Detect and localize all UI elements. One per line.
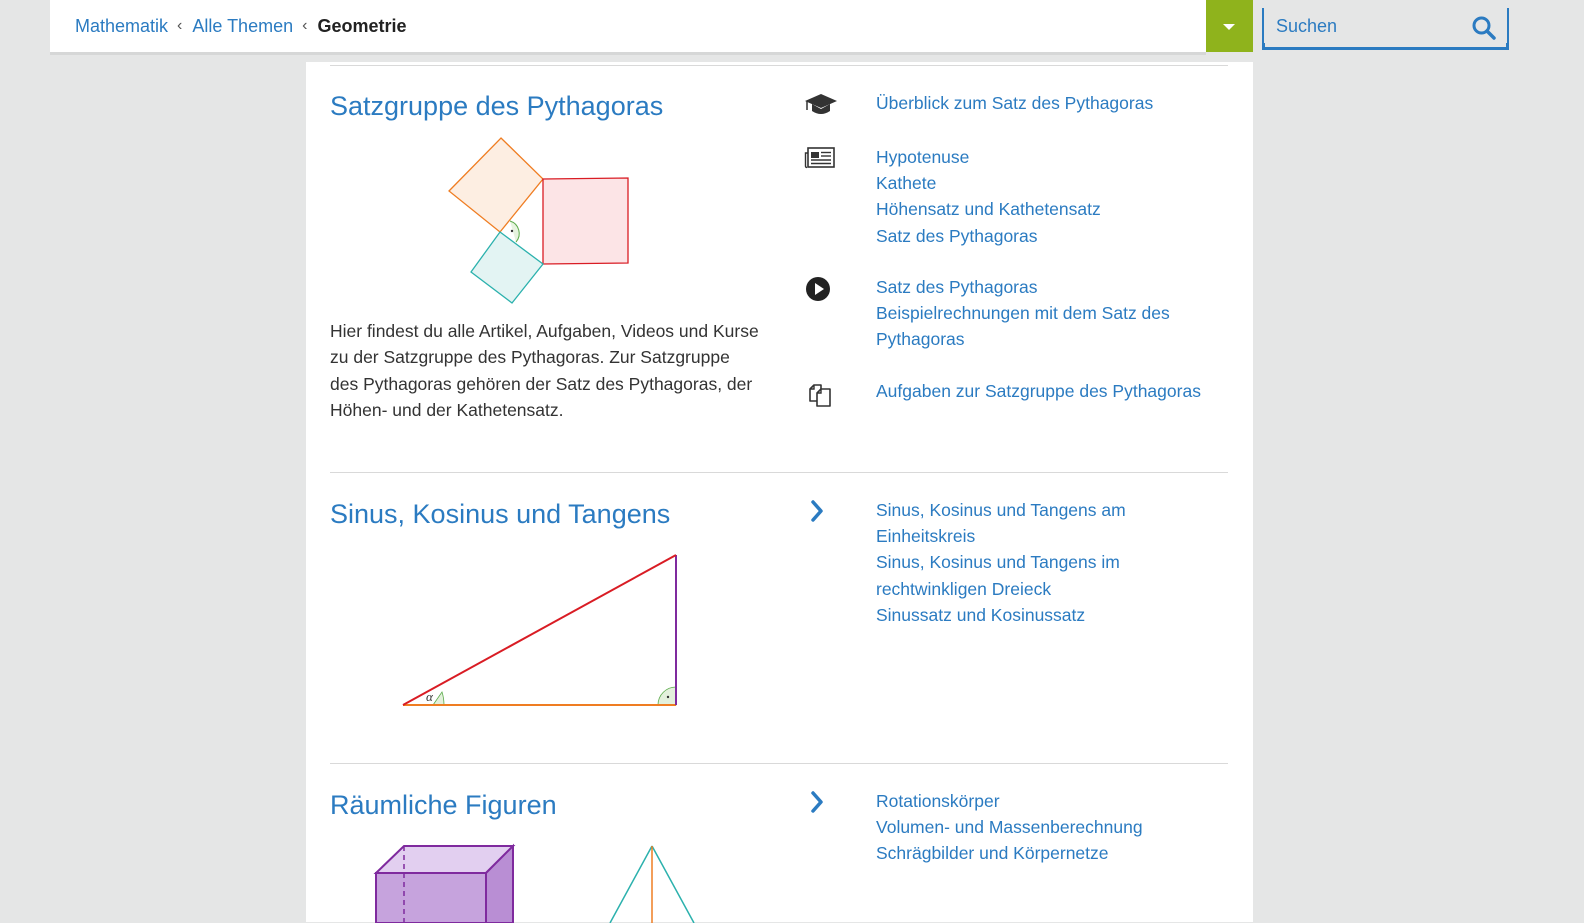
triangle-figure: α [396, 549, 686, 709]
exercise-copy-icon [805, 380, 833, 408]
breadcrumb-separator: ‹ [177, 16, 183, 34]
chevron-right-icon[interactable] [809, 499, 825, 523]
link-item[interactable]: Schrägbilder und Körpernetze [876, 840, 1143, 866]
section-title-trigonometry[interactable]: Sinus, Kosinus und Tangens [330, 499, 670, 530]
newspaper-icon [804, 147, 836, 169]
breadcrumb-separator: ‹ [302, 16, 308, 34]
link-group: Sinus, Kosinus und Tangens am Einheitskr… [876, 497, 1206, 628]
pythagoras-figure [446, 136, 636, 306]
link-item[interactable]: Satz des Pythagoras [876, 223, 1101, 249]
divider [330, 472, 1228, 473]
search-input[interactable] [1276, 8, 1456, 44]
breadcrumb-link-mathematik[interactable]: Mathematik [75, 16, 168, 37]
link-item[interactable]: Höhensatz und Kathetensatz [876, 196, 1101, 222]
divider [330, 763, 1228, 764]
topic-list: Satzgruppe des Pythagoras Hier findest d… [306, 62, 1253, 923]
link-item[interactable]: Überblick zum Satz des Pythagoras [876, 90, 1153, 116]
link-group: Überblick zum Satz des Pythagoras [876, 90, 1153, 116]
search-icon[interactable] [1471, 15, 1497, 41]
caret-down-icon [1223, 24, 1235, 30]
link-item[interactable]: Sinussatz und Kosinussatz [876, 602, 1206, 628]
topic-dropdown-button[interactable] [1206, 0, 1253, 52]
angle-label: α [426, 689, 434, 704]
divider [330, 65, 1228, 66]
link-item[interactable]: Sinus, Kosinus und Tangens am Einheitskr… [876, 497, 1206, 549]
section-title-spatial-figures[interactable]: Räumliche Figuren [330, 790, 557, 821]
link-item[interactable]: Beispielrechnungen mit dem Satz des Pyth… [876, 300, 1206, 352]
section-description: Hier findest du alle Artikel, Aufgaben, … [330, 321, 759, 420]
link-item[interactable]: Sinus, Kosinus und Tangens im rechtwinkl… [876, 549, 1206, 601]
top-bar: Mathematik ‹ Alle Themen ‹ Geometrie [50, 0, 1206, 55]
section-title-pythagoras[interactable]: Satzgruppe des Pythagoras [330, 91, 663, 122]
link-item[interactable]: Rotationskörper [876, 788, 1143, 814]
solids-figure [366, 843, 706, 923]
chevron-right-icon[interactable] [809, 790, 825, 814]
link-item[interactable]: Hypotenuse [876, 144, 1101, 170]
link-group: Rotationskörper Volumen- und Massenberec… [876, 788, 1143, 867]
link-group: Hypotenuse Kathete Höhensatz und Kathete… [876, 144, 1101, 249]
link-group: Aufgaben zur Satzgruppe des Pythagoras [876, 378, 1201, 404]
link-item[interactable]: Satz des Pythagoras [876, 274, 1206, 300]
breadcrumb-current: Geometrie [317, 16, 407, 36]
play-icon [805, 276, 831, 302]
breadcrumb: Mathematik ‹ Alle Themen ‹ Geometrie [75, 16, 406, 37]
graduation-cap-icon [804, 92, 838, 116]
link-group: Satz des Pythagoras Beispielrechnungen m… [876, 274, 1206, 353]
link-item[interactable]: Kathete [876, 170, 1101, 196]
link-item[interactable]: Volumen- und Massenberechnung [876, 814, 1143, 840]
breadcrumb-link-alle-themen[interactable]: Alle Themen [192, 16, 293, 37]
link-item[interactable]: Aufgaben zur Satzgruppe des Pythagoras [876, 378, 1201, 404]
